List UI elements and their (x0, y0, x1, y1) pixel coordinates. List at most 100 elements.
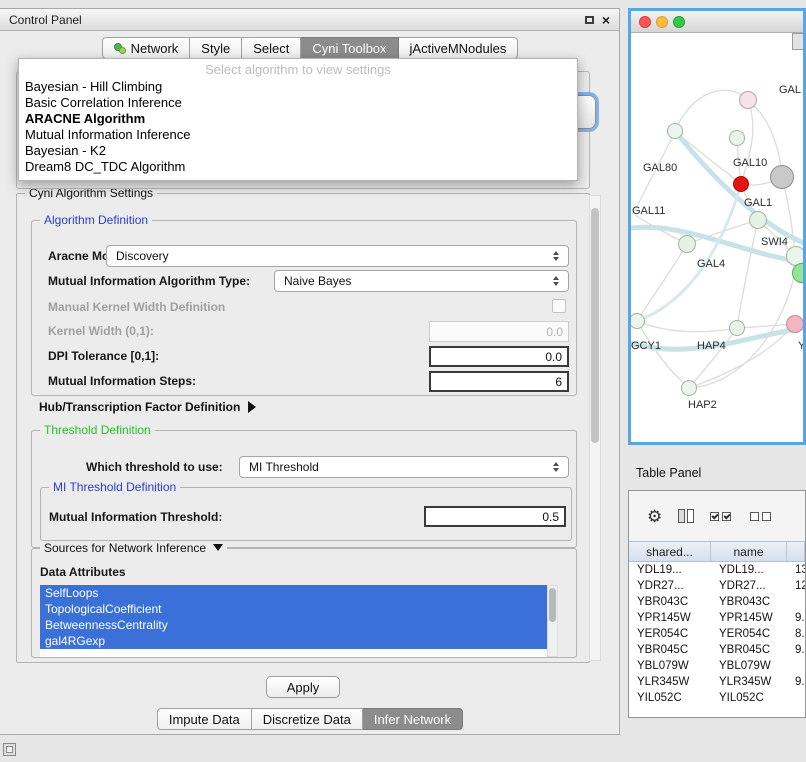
table-cell: YER054C (629, 626, 711, 642)
network-canvas[interactable]: GALGAL80GAL10GAL11GAL1SWI4GAL4GCY1HAP4YH… (631, 33, 803, 442)
tab-jactivemnodules[interactable]: jActiveMNodules (399, 37, 519, 59)
mi-threshold-label: Mutual Information Threshold: (49, 510, 222, 524)
tab-style[interactable]: Style (190, 37, 242, 59)
sources-title-text: Sources for Network Inference (44, 541, 206, 555)
settings-scrollbar[interactable] (589, 195, 601, 661)
tab-label: Cyni Toolbox (312, 41, 386, 56)
control-panel-titlebar[interactable]: Control Panel × (0, 9, 619, 31)
float-window-icon[interactable] (585, 16, 594, 24)
algorithm-option[interactable]: Dream8 DC_TDC Algorithm (19, 159, 577, 175)
table-cell: YBR043C (629, 594, 711, 610)
scrollbar-thumb[interactable] (549, 588, 556, 622)
column-chooser-icon[interactable] (678, 509, 694, 523)
table-row[interactable]: YER054CYER054C8. (629, 626, 805, 642)
which-threshold-select[interactable]: MI Threshold (239, 456, 569, 478)
network-node[interactable] (733, 176, 749, 192)
close-traffic-light-icon[interactable] (639, 16, 651, 28)
dropdown-placeholder: Select algorithm to view settings (19, 59, 577, 79)
close-icon[interactable]: × (602, 15, 610, 25)
network-node[interactable] (749, 211, 767, 229)
table-row[interactable]: YBR043CYBR043C (629, 594, 805, 610)
column-header[interactable]: name (711, 542, 787, 561)
network-window-titlebar[interactable] (631, 11, 803, 33)
zoom-traffic-light-icon[interactable] (673, 16, 685, 28)
network-node[interactable] (681, 380, 697, 396)
mi-type-select[interactable]: Naive Bayes (274, 270, 569, 292)
network-node[interactable] (786, 315, 803, 333)
network-node[interactable] (678, 235, 696, 253)
cyni-settings-group: Cyni Algorithm Settings Algorithm Defini… (16, 193, 590, 663)
table-cell: 12 (787, 578, 805, 594)
mi-type-label: Mutual Information Algorithm Type: (48, 274, 250, 288)
tab-label: Style (201, 41, 230, 56)
bottom-tab-discretize-data[interactable]: Discretize Data (252, 708, 363, 730)
tab-label: Discretize Data (263, 712, 351, 727)
table-cell: YBR043C (711, 594, 787, 610)
attribute-item[interactable]: BetweennessCentrality (40, 617, 547, 633)
tab-network[interactable]: Network (102, 37, 191, 59)
network-node[interactable] (729, 130, 745, 146)
minimize-traffic-light-icon[interactable] (656, 16, 668, 28)
expand-arrow-icon (248, 401, 256, 413)
algorithm-option[interactable]: Basic Correlation Inference (19, 95, 577, 111)
attributes-scrollbar[interactable] (547, 585, 558, 657)
select-all-icon[interactable] (710, 512, 734, 521)
mi-threshold-field[interactable]: 0.5 (424, 506, 566, 527)
table-row[interactable]: YBL079WYBL079W (629, 658, 805, 674)
table-cell: YDR27... (629, 578, 711, 594)
table-cell: 13 (787, 562, 805, 578)
hub-section-toggle[interactable]: Hub/Transcription Factor Definition (39, 400, 256, 414)
attribute-item[interactable]: SelfLoops (40, 585, 547, 601)
network-node[interactable] (729, 320, 745, 336)
aracne-mode-select[interactable]: Discovery (106, 245, 569, 267)
algorithm-option[interactable]: Bayesian - Hill Climbing (19, 79, 577, 95)
attribute-item[interactable]: TopologicalCoefficient (40, 601, 547, 617)
mi-steps-field[interactable]: 6 (429, 371, 569, 392)
table-cell (787, 594, 805, 610)
network-tool-button[interactable] (792, 33, 803, 50)
column-header[interactable]: shared... (629, 542, 711, 561)
network-node[interactable] (739, 91, 757, 109)
tab-cyni-toolbox[interactable]: Cyni Toolbox (301, 37, 398, 59)
which-threshold-value: MI Threshold (249, 460, 319, 474)
threshold-definition-title: Threshold Definition (40, 423, 155, 437)
sources-group-title[interactable]: Sources for Network Inference (40, 541, 227, 555)
table-cell: YDL19... (711, 562, 787, 578)
kernel-width-field[interactable]: 0.0 (429, 321, 569, 342)
network-node[interactable] (770, 165, 794, 189)
table-row[interactable]: YDL19...YDL19...13 (629, 562, 805, 578)
bottom-tab-impute-data[interactable]: Impute Data (157, 708, 252, 730)
table-row[interactable]: YBR045CYBR045C9. (629, 642, 805, 658)
network-tab-icon (114, 42, 126, 54)
table-cell: 9. (787, 642, 805, 658)
bottom-tab-infer-network[interactable]: Infer Network (363, 708, 463, 730)
table-cell: YLR345W (629, 674, 711, 690)
dpi-tolerance-field[interactable]: 0.0 (429, 346, 569, 367)
table-row[interactable]: YPR145WYPR145W9. (629, 610, 805, 626)
settings-gear-icon[interactable]: ⚙ (647, 508, 662, 525)
table-row[interactable]: YDR27...YDR27...12 (629, 578, 805, 594)
attribute-item[interactable]: gal4RGexp (40, 633, 547, 649)
restore-panel-icon[interactable] (3, 743, 16, 756)
apply-button[interactable]: Apply (266, 676, 340, 698)
node-label: GAL11 (632, 205, 665, 217)
algorithm-dropdown-popup: Select algorithm to view settings Bayesi… (18, 58, 578, 181)
column-header[interactable] (787, 542, 805, 561)
network-view-window: GALGAL80GAL10GAL11GAL1SWI4GAL4GCY1HAP4YH… (628, 8, 806, 445)
scrollbar-thumb[interactable] (591, 208, 599, 443)
table-cell: YER054C (711, 626, 787, 642)
dpi-tolerance-label: DPI Tolerance [0,1]: (48, 349, 159, 363)
algorithm-option[interactable]: Bayesian - K2 (19, 143, 577, 159)
deselect-all-icon[interactable] (750, 512, 774, 521)
table-cell (787, 690, 805, 706)
table-row[interactable]: YIL052CYIL052C (629, 690, 805, 706)
algorithm-option[interactable]: Mutual Information Inference (19, 127, 577, 143)
manual-kernel-checkbox[interactable] (552, 299, 566, 313)
table-row[interactable]: YLR345WYLR345W9. (629, 674, 805, 690)
tab-select[interactable]: Select (242, 37, 301, 59)
network-node[interactable] (667, 123, 683, 139)
tab-label: Select (253, 41, 289, 56)
mi-threshold-value: 0.5 (542, 510, 559, 524)
algorithm-option[interactable]: ARACNE Algorithm (19, 111, 577, 127)
mi-steps-value: 6 (555, 375, 562, 389)
